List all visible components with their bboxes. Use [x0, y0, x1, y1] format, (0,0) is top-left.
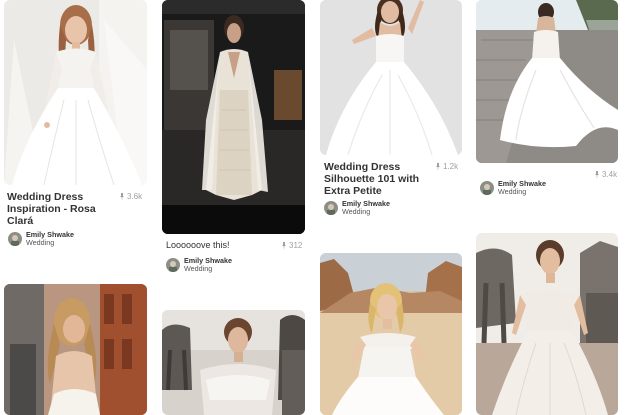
pin-image[interactable] — [320, 253, 462, 415]
pin-icon — [436, 162, 440, 171]
pin-icon — [120, 192, 124, 201]
avatar[interactable] — [324, 201, 338, 215]
pin-icon — [595, 170, 599, 179]
pin-save-count: 312 — [281, 241, 302, 250]
save-count-label: 312 — [289, 241, 303, 250]
pin-attribution[interactable]: Emily Shwake Wedding — [324, 200, 390, 216]
avatar[interactable] — [8, 232, 22, 246]
board-name[interactable]: Wedding — [342, 208, 390, 216]
save-count-label: 3.6k — [127, 192, 143, 201]
pin-attribution[interactable]: Emily Shwake Wedding — [480, 180, 546, 196]
save-count-label: 3.4k — [602, 170, 618, 179]
board-name[interactable]: Wedding — [26, 239, 74, 247]
pin-image[interactable] — [4, 284, 147, 415]
pin-description[interactable]: Loooooove this! — [166, 240, 230, 250]
save-count-label: 1.2k — [443, 162, 459, 171]
pin-image[interactable] — [476, 233, 618, 415]
pin-image[interactable] — [162, 310, 305, 415]
pin-save-count: 1.2k — [435, 162, 458, 171]
pin-attribution[interactable]: Emily Shwake Wedding — [8, 231, 74, 247]
pin-image[interactable] — [162, 0, 305, 234]
pin-image[interactable] — [320, 0, 462, 155]
avatar[interactable] — [166, 258, 180, 272]
pin-save-count: 3.4k — [594, 170, 617, 179]
pin-save-count: 3.6k — [119, 192, 142, 201]
avatar[interactable] — [480, 181, 494, 195]
pin-title[interactable]: Wedding Dress Inspiration - Rosa Clará — [7, 191, 112, 227]
pin-attribution[interactable]: Emily Shwake Wedding — [166, 257, 232, 273]
board-name[interactable]: Wedding — [498, 188, 546, 196]
pin-icon — [282, 241, 286, 250]
board-name[interactable]: Wedding — [184, 265, 232, 273]
pin-title[interactable]: Wedding Dress Silhouette 101 with Extra … — [324, 161, 422, 197]
pin-image[interactable] — [4, 0, 147, 185]
pin-image[interactable] — [476, 0, 618, 163]
